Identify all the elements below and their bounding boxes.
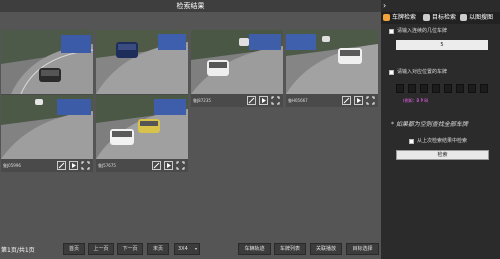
play-icon[interactable] [164,161,173,170]
plate-search-icon [383,14,390,21]
results-title: 检索结果 [0,0,381,12]
page-info: 第1页/共1页 [1,247,35,254]
plate-char-box[interactable] [420,84,428,93]
plate-number: 鲁J05996 [3,163,21,168]
plate-char-box[interactable] [456,84,464,93]
option1-label: 请输入连续的几位车牌 [397,28,448,34]
edit-icon[interactable] [247,96,256,105]
plate-number: 鲁J57675 [98,163,116,168]
tab-plate-search[interactable]: 车牌检索 [392,12,416,24]
target-search-icon [423,14,430,21]
plate-char-box[interactable] [480,84,488,93]
results-area: 检索结果 鲁J03156 [0,0,381,259]
result-thumbnail[interactable]: 鲁J57675 [96,95,188,172]
plate-list-button[interactable]: 车牌列表 [274,243,306,255]
linked-play-button[interactable]: 关联播放 [310,243,342,255]
fullscreen-icon[interactable] [366,96,375,105]
search-tabs: 车牌检索 目标检索 以图搜图 [381,12,500,24]
plate-number: 鲁J87235 [193,98,211,103]
play-icon[interactable] [69,161,78,170]
thumbnail-info-bar: 鲁J87235 [191,94,283,107]
option3-checkbox[interactable] [409,139,414,144]
edit-icon[interactable] [57,161,66,170]
tab-image-search[interactable]: 以图搜图 [469,12,493,24]
play-icon[interactable] [259,96,268,105]
target-select-button[interactable]: 目标选择 [346,243,379,255]
vehicle-image [96,30,188,94]
image-search-icon [460,14,467,21]
play-icon[interactable] [354,96,363,105]
plate-number: 鲁H05667 [288,98,308,103]
option2-label: 请输入对应位置的车牌 [397,69,448,75]
thumbnail-info-bar: 鲁J57675 [96,159,188,172]
search-button[interactable]: 检索 [396,150,489,160]
thumbnail-info-bar: 鲁J05996 [1,159,93,172]
edit-icon[interactable] [152,161,161,170]
tab-target-search[interactable]: 目标检索 [432,12,456,24]
result-thumbnail[interactable]: 鲁H05667 [286,30,378,107]
fullscreen-icon[interactable] [81,161,90,170]
grid-size-select[interactable]: 3X4 ▾ [174,243,200,255]
consecutive-plate-input[interactable]: 5 [396,40,488,50]
vehicle-image [286,30,378,94]
prev-page-button[interactable]: 上一页 [88,243,114,255]
expand-arrow-icon[interactable]: › [383,0,386,12]
plate-char-box[interactable] [432,84,440,93]
vehicle-image [96,95,188,159]
vehicle-track-button[interactable]: 车辆轨迹 [238,243,271,255]
result-thumbnail[interactable]: 鲁J87235 [191,30,283,107]
plate-char-box[interactable] [396,84,404,93]
fullscreen-icon[interactable] [271,96,280,105]
vehicle-image [1,30,93,94]
search-panel: › 车牌检索 目标检索 以图搜图 [381,0,500,259]
vehicle-image [1,95,93,159]
last-page-button[interactable]: 末页 [147,243,169,255]
fullscreen-icon[interactable] [176,161,185,170]
first-page-button[interactable]: 首页 [63,243,85,255]
edit-icon[interactable] [342,96,351,105]
option2-checkbox[interactable] [389,70,394,75]
option1-checkbox[interactable] [389,29,394,34]
chevron-down-icon: ▾ [194,246,197,251]
option3-label: 从上次检索结果中检索 [417,138,468,144]
plate-example-hint: (例如：B P 8) [403,98,429,103]
vehicle-image [191,30,283,94]
result-thumbnail[interactable]: 鲁J05996 [1,95,93,172]
panel-header: › [381,0,500,12]
next-page-button[interactable]: 下一页 [117,243,143,255]
empty-search-note: * 如果都为空则查找全部车牌 [391,121,468,128]
plate-char-box[interactable] [444,84,452,93]
grid-size-value: 3X4 [178,246,188,252]
plate-char-box[interactable] [408,84,416,93]
thumbnail-info-bar: 鲁H05667 [286,94,378,107]
app-window: 检索结果 鲁J03156 [0,0,500,259]
plate-char-box[interactable] [468,84,476,93]
